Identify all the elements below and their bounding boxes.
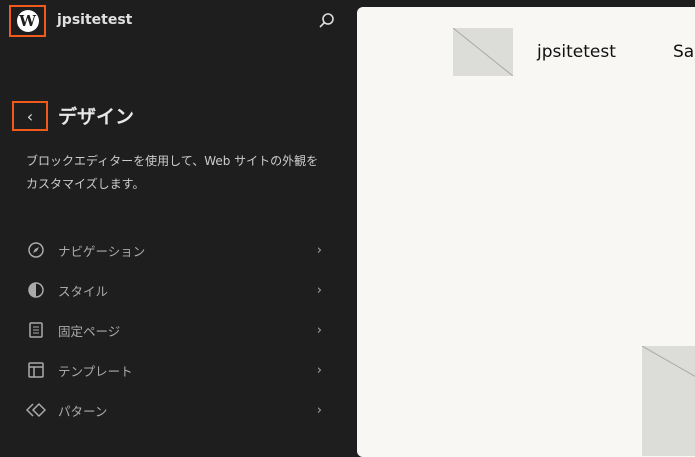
panel-title: デザイン [58,106,135,128]
preview-site-title: jpsitetest [537,42,616,62]
site-title: jpsitetest [57,12,133,28]
navigation-icon [26,240,46,260]
chevron-right-icon: › [316,402,322,418]
panel-description: ブロックエディターを使用して、Web サイトの外観をカスタマイズします。 [26,154,319,191]
image-placeholder [642,346,695,456]
menu-item-label: 固定ページ [58,323,121,339]
template-icon [26,360,46,380]
site-logo-placeholder [453,28,513,76]
menu-item-patterns[interactable]: パターン › [26,390,326,430]
chevron-left-icon: ‹ [26,106,34,126]
back-button[interactable]: ‹ [12,101,48,131]
chevron-right-icon: › [316,242,322,258]
menu-item-styles[interactable]: スタイル › [26,270,326,310]
pattern-icon [26,400,46,420]
menu-item-label: パターン [58,403,108,419]
wordpress-logo-button[interactable]: W [9,5,46,37]
design-menu: ナビゲーション › スタイル › 固定ページ › テンプレート › パターン › [26,230,326,430]
chevron-right-icon: › [316,282,322,298]
menu-item-label: ナビゲーション [58,243,146,259]
menu-item-templates[interactable]: テンプレート › [26,350,326,390]
chevron-right-icon: › [316,322,322,338]
menu-item-label: スタイル [58,283,109,299]
chevron-right-icon: › [316,362,322,378]
styles-icon [26,280,46,300]
page-icon [26,320,46,340]
preview-nav-item: Sar [673,42,695,62]
menu-item-navigation[interactable]: ナビゲーション › [26,230,326,270]
menu-item-pages[interactable]: 固定ページ › [26,310,326,350]
site-preview[interactable]: jpsitetest Sar [357,7,695,457]
wordpress-icon: W [16,10,39,32]
search-icon[interactable] [318,12,336,34]
menu-item-label: テンプレート [58,363,133,379]
